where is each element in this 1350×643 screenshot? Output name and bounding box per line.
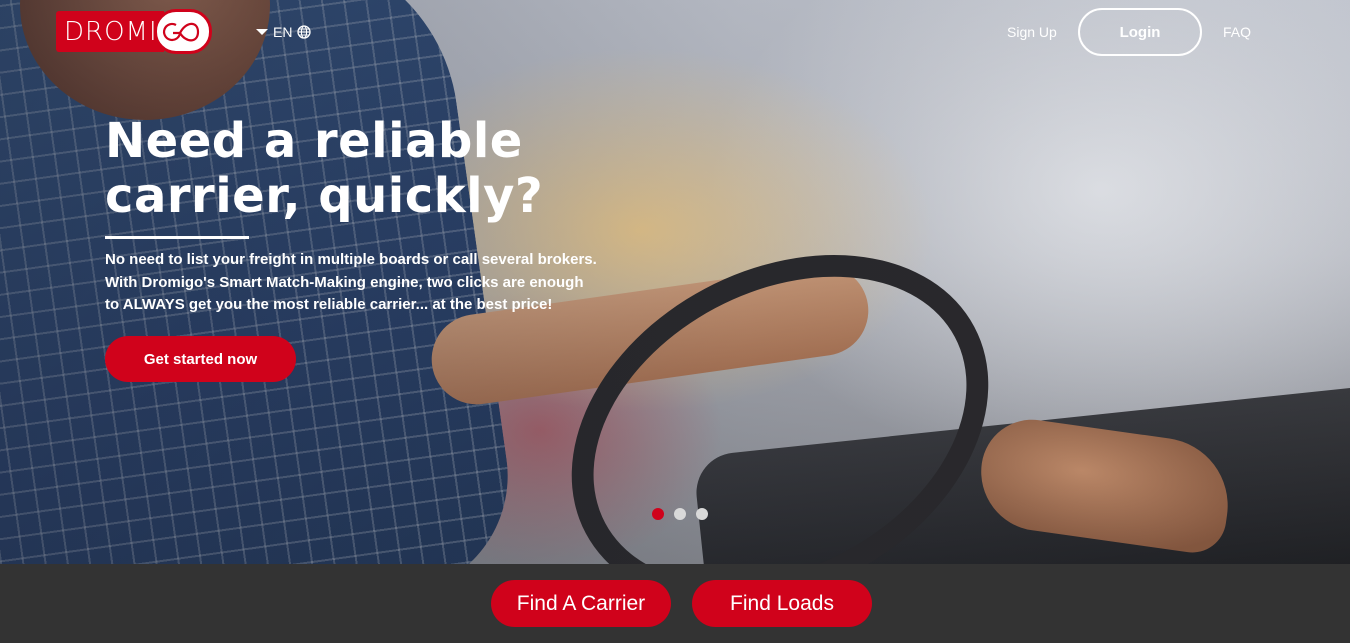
login-button[interactable]: Login — [1078, 8, 1202, 56]
language-selector[interactable]: EN — [256, 24, 312, 40]
subtext-line-3: to ALWAYS get you the most reliable carr… — [105, 296, 553, 313]
carousel-indicators — [652, 508, 708, 520]
hero-banner: DROMI EN Sign Up Login FAQ Need a reliab… — [0, 0, 1350, 564]
action-bar: Find A Carrier Find Loads — [0, 564, 1350, 643]
signup-link[interactable]: Sign Up — [1007, 24, 1057, 40]
headline-divider — [105, 236, 249, 239]
subtext-line-1: No need to list your freight in multiple… — [105, 251, 597, 268]
globe-icon — [297, 25, 312, 39]
headline-line-2: carrier, quickly? — [105, 168, 544, 224]
headline-line-1: Need a reliable — [105, 113, 523, 169]
logo-text: DROMI — [56, 11, 164, 52]
hero-subtext: No need to list your freight in multiple… — [105, 249, 605, 317]
caret-down-icon — [256, 29, 268, 35]
carousel-dot-1[interactable] — [652, 508, 664, 520]
logo-go-mark — [153, 9, 212, 54]
find-loads-button[interactable]: Find Loads — [692, 580, 872, 627]
carousel-dot-3[interactable] — [696, 508, 708, 520]
subtext-line-2: With Dromigo's Smart Match-Making engine… — [105, 273, 584, 291]
brand-logo[interactable]: DROMI — [56, 9, 212, 54]
get-started-button[interactable]: Get started now — [105, 336, 296, 382]
logo-go-icon — [162, 22, 199, 41]
faq-link[interactable]: FAQ — [1223, 24, 1251, 40]
language-label: EN — [273, 24, 293, 40]
hero-headline: Need a reliable carrier, quickly? — [105, 114, 625, 224]
find-carrier-button[interactable]: Find A Carrier — [491, 580, 671, 627]
carousel-dot-2[interactable] — [674, 508, 686, 520]
